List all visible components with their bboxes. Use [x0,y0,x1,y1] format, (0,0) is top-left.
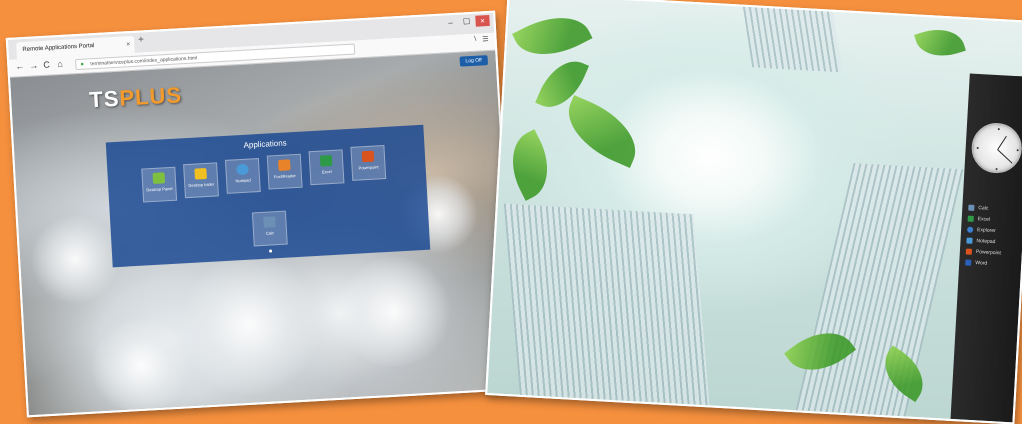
desktop-app-word[interactable]: Word [965,256,1001,269]
app-label: Calc [978,204,989,212]
app-tile-notepad[interactable]: Notepad [224,158,261,194]
app-tile-excel[interactable]: Excel [308,149,345,186]
lock-icon: ● [80,61,85,68]
tab-close-icon[interactable]: × [126,36,131,53]
maximize-icon[interactable]: ☐ [459,16,474,28]
frost-decoration [27,211,123,307]
library-icon[interactable]: \ [474,36,476,44]
desktop-screenshot: Calc Excel Explorer Notepad Powerpoint W… [485,0,1022,424]
menu-icon[interactable]: ☰ [482,35,489,43]
app-tile-calc[interactable]: Calc [251,210,288,247]
word-icon [965,258,972,266]
calc-icon [968,204,975,211]
frost-decoration [330,253,457,371]
building-decoration [742,6,843,73]
excel-icon [319,154,333,167]
building-decoration [503,203,711,416]
home-icon[interactable]: ⌂ [57,59,63,69]
url-text: terminalserviceplus.com/index_applicatio… [90,55,198,68]
app-label: Word [975,259,988,267]
clock-tick [976,146,979,150]
minimize-icon[interactable]: – [443,17,458,29]
notepad-icon [966,237,973,244]
app-label: Excel [321,168,332,175]
pagination-dot[interactable] [269,249,273,253]
window-controls: – ☐ × [443,14,490,29]
app-tile-desktop-panel[interactable]: Desktop Panel [141,166,178,203]
powerpoint-icon [965,248,973,255]
logo-ts: TS [88,85,121,113]
portal-page: Log Off TSPLUS Applications Desktop Pane… [10,50,515,416]
new-tab-icon[interactable]: + [138,34,144,45]
calc-icon [263,216,276,228]
app-label: Powerpoint [975,248,1002,256]
app-label: Excel [977,215,991,223]
clock-minute-hand [997,149,1013,164]
close-window-icon[interactable]: × [475,14,490,27]
back-icon[interactable]: ← [15,61,25,71]
app-tile-foxitreader[interactable]: FoxitReader [266,153,303,190]
desktop-panel-icon [152,172,166,184]
browser-toolbar-right: \ ☰ [474,35,489,44]
foxitreader-icon [278,159,291,171]
clock-tick [1016,149,1019,152]
tsplus-logo: TSPLUS [89,82,183,113]
app-label: Explorer [976,226,996,234]
clock-tick [995,168,998,171]
app-label: Powerpoint [358,164,379,171]
tab-title: Remote Applications Portal [22,43,95,54]
log-off-button[interactable]: Log Off [459,55,489,67]
app-label: Notepad [976,237,996,245]
powerpoint-icon [361,150,375,163]
app-label: Calc [265,230,275,236]
desktop-app-list: Calc Excel Explorer Notepad Powerpoint W… [965,202,1004,270]
app-tile-desktop-folder[interactable]: Desktop folder [183,162,219,199]
clock-widget [970,121,1022,175]
app-label: Desktop Panel [146,185,173,193]
app-label: Desktop folder [188,181,215,189]
clock-hour-hand [997,135,1007,150]
folder-icon [194,167,207,180]
browser-screenshot: Remote Applications Portal × + – ☐ × ← →… [5,10,517,418]
logo-plus: PLUS [118,82,183,111]
excel-icon [967,215,974,222]
clock-tick [997,128,1000,131]
app-label: Notepad [235,177,251,184]
explorer-icon [966,226,974,233]
applications-panel: Applications Desktop Panel Desktop folde… [105,124,431,268]
forward-icon[interactable]: → [29,60,39,70]
app-tile-powerpoint[interactable]: Powerpoint [350,145,387,181]
reload-icon[interactable]: C [43,60,50,70]
app-label: FoxitReader [273,173,296,180]
notepad-icon [236,163,249,176]
